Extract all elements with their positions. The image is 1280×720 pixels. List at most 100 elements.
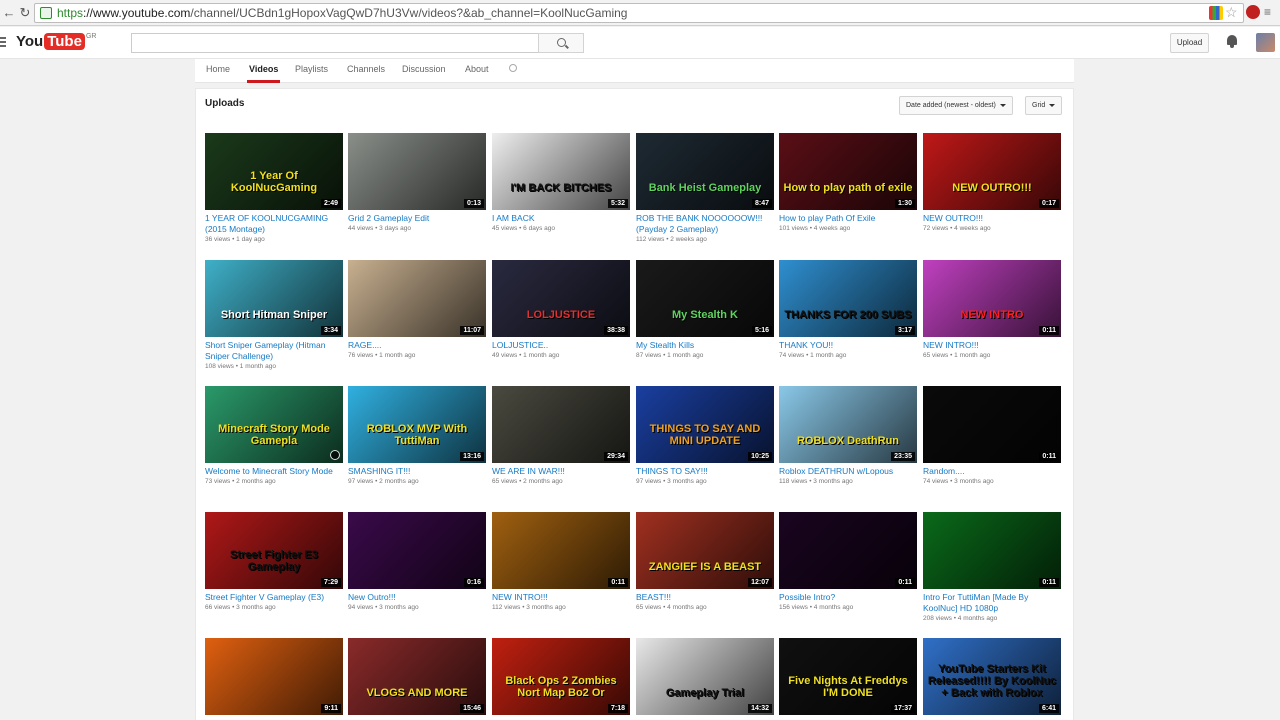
video-card[interactable]: 29:34 WE ARE IN WAR!!! 65 views • 2 months… bbox=[492, 386, 630, 485]
video-card[interactable]: Black Ops 2 Zombies Nort Map Bo2 Or 7:18 bbox=[492, 638, 630, 715]
tab-playlists[interactable]: Playlists bbox=[295, 64, 328, 74]
video-card[interactable]: ROBLOX MVP With TuttiMan 13:16 SMASHING IT… bbox=[348, 386, 486, 485]
video-card[interactable]: How to play path of exile 1:30 How to play… bbox=[779, 133, 917, 232]
video-thumbnail[interactable]: NEW INTRO 0:11 bbox=[923, 260, 1061, 337]
video-title[interactable]: Random.... bbox=[923, 466, 1061, 477]
video-thumbnail[interactable]: Black Ops 2 Zombies Nort Map Bo2 Or 7:18 bbox=[492, 638, 630, 715]
video-thumbnail[interactable]: 0:13 bbox=[348, 133, 486, 210]
video-title[interactable]: NEW OUTRO!!! bbox=[923, 213, 1061, 224]
video-thumbnail[interactable]: ROBLOX DeathRun 23:35 bbox=[779, 386, 917, 463]
video-thumbnail[interactable]: 0:11 bbox=[779, 512, 917, 589]
video-title[interactable]: ROB THE BANK NOOOOOOW!!! (Payday 2 Gamep… bbox=[636, 213, 774, 235]
video-card[interactable]: ZANGIEF IS A BEAST 12:07 BEAST!!! 65 views … bbox=[636, 512, 774, 611]
video-thumbnail[interactable]: THINGS TO SAY AND MINI UPDATE 10:25 bbox=[636, 386, 774, 463]
video-thumbnail[interactable]: Short Hitman Sniper 3:34 bbox=[205, 260, 343, 337]
video-title[interactable]: SMASHING IT!!! bbox=[348, 466, 486, 477]
reload-icon[interactable]: ↻ bbox=[16, 4, 34, 22]
video-card[interactable]: I'M BACK BITCHES 5:32 I AM BACK 45 views • … bbox=[492, 133, 630, 232]
video-title[interactable]: Welcome to Minecraft Story Mode bbox=[205, 466, 343, 477]
video-card[interactable]: 1 Year Of KoolNucGaming 2:49 1 YEAR OF KOO… bbox=[205, 133, 343, 243]
video-title[interactable]: LOLJUSTICE.. bbox=[492, 340, 630, 351]
upload-button[interactable]: Upload bbox=[1170, 33, 1209, 53]
video-card[interactable]: 0:11 Possible Intro? 156 views • 4 months … bbox=[779, 512, 917, 611]
video-thumbnail[interactable]: 9:11 bbox=[205, 638, 343, 715]
video-thumbnail[interactable]: Five Nights At Freddys I'M DONE 17:37 bbox=[779, 638, 917, 715]
video-card[interactable]: Minecraft Story Mode Gamepla Welcome to M… bbox=[205, 386, 343, 485]
video-card[interactable]: NEW OUTRO!!! 0:17 NEW OUTRO!!! 72 views • 4… bbox=[923, 133, 1061, 232]
video-card[interactable]: THINGS TO SAY AND MINI UPDATE 10:25 THINGS… bbox=[636, 386, 774, 485]
channel-search-icon[interactable] bbox=[509, 64, 517, 72]
video-thumbnail[interactable]: Street Fighter E3 Gameplay 7:29 bbox=[205, 512, 343, 589]
video-card[interactable]: Short Hitman Sniper 3:34 Short Sniper Game… bbox=[205, 260, 343, 370]
video-title[interactable]: 1 YEAR OF KOOLNUCGAMING (2015 Montage) bbox=[205, 213, 343, 235]
video-title[interactable]: NEW INTRO!!! bbox=[492, 592, 630, 603]
video-card[interactable]: Bank Heist Gameplay 8:47 ROB THE BANK NOOO… bbox=[636, 133, 774, 243]
video-title[interactable]: How to play Path Of Exile bbox=[779, 213, 917, 224]
video-card[interactable]: ROBLOX DeathRun 23:35 Roblox DEATHRUN w/Lo… bbox=[779, 386, 917, 485]
tab-home[interactable]: Home bbox=[206, 64, 230, 74]
video-thumbnail[interactable]: 1 Year Of KoolNucGaming 2:49 bbox=[205, 133, 343, 210]
tab-discussion[interactable]: Discussion bbox=[402, 64, 446, 74]
video-card[interactable]: Five Nights At Freddys I'M DONE 17:37 bbox=[779, 638, 917, 715]
video-card[interactable]: Gameplay Trial 14:32 bbox=[636, 638, 774, 715]
video-card[interactable]: 0:11 Random.... 74 views • 3 months ago bbox=[923, 386, 1061, 485]
video-title[interactable]: THANK YOU!! bbox=[779, 340, 917, 351]
video-card[interactable]: 0:11 Intro For TuttiMan [Made By KoolNuc]… bbox=[923, 512, 1061, 622]
tab-channels[interactable]: Channels bbox=[347, 64, 385, 74]
tab-videos[interactable]: Videos bbox=[249, 64, 278, 74]
video-title[interactable]: Short Sniper Gameplay (Hitman Sniper Cha… bbox=[205, 340, 343, 362]
video-title[interactable]: Intro For TuttiMan [Made By KoolNuc] HD … bbox=[923, 592, 1061, 614]
video-card[interactable]: 11:07 RAGE.... 76 views • 1 month ago bbox=[348, 260, 486, 359]
video-title[interactable]: BEAST!!! bbox=[636, 592, 774, 603]
video-card[interactable]: 9:11 bbox=[205, 638, 343, 715]
video-card[interactable]: My Stealth K 5:16 My Stealth Kills 87 views… bbox=[636, 260, 774, 359]
video-thumbnail[interactable]: ROBLOX MVP With TuttiMan 13:16 bbox=[348, 386, 486, 463]
video-thumbnail[interactable]: 0:11 bbox=[923, 386, 1061, 463]
video-thumbnail[interactable]: Gameplay Trial 14:32 bbox=[636, 638, 774, 715]
video-thumbnail[interactable]: How to play path of exile 1:30 bbox=[779, 133, 917, 210]
video-card[interactable]: VLOGS AND MORE 15:46 bbox=[348, 638, 486, 715]
video-thumbnail[interactable]: I'M BACK BITCHES 5:32 bbox=[492, 133, 630, 210]
extension-icon[interactable] bbox=[1209, 6, 1223, 20]
view-dropdown[interactable]: Grid bbox=[1025, 96, 1063, 115]
guide-menu-icon[interactable] bbox=[0, 37, 6, 47]
video-card[interactable]: 0:11 NEW INTRO!!! 112 views • 3 months ago bbox=[492, 512, 630, 611]
video-title[interactable]: WE ARE IN WAR!!! bbox=[492, 466, 630, 477]
video-title[interactable]: Grid 2 Gameplay Edit bbox=[348, 213, 486, 224]
video-thumbnail[interactable]: ZANGIEF IS A BEAST 12:07 bbox=[636, 512, 774, 589]
video-thumbnail[interactable]: 0:11 bbox=[923, 512, 1061, 589]
star-icon[interactable]: ☆ bbox=[1225, 5, 1239, 19]
video-title[interactable]: THINGS TO SAY!!! bbox=[636, 466, 774, 477]
menu-icon[interactable]: ≡ bbox=[1264, 5, 1278, 19]
video-card[interactable]: NEW INTRO 0:11 NEW INTRO!!! 65 views • 1 mo… bbox=[923, 260, 1061, 359]
sort-dropdown[interactable]: Date added (newest - oldest) bbox=[899, 96, 1013, 115]
video-thumbnail[interactable]: 29:34 bbox=[492, 386, 630, 463]
video-thumbnail[interactable]: THANKS FOR 200 SUBS 3:17 bbox=[779, 260, 917, 337]
video-title[interactable]: New Outro!!! bbox=[348, 592, 486, 603]
address-bar[interactable]: https://www.youtube.com/channel/UCBdn1gH… bbox=[34, 3, 1244, 23]
video-thumbnail[interactable]: LOLJUSTICE 38:38 bbox=[492, 260, 630, 337]
video-thumbnail[interactable]: 0:11 bbox=[492, 512, 630, 589]
video-title[interactable]: I AM BACK bbox=[492, 213, 630, 224]
search-input[interactable] bbox=[131, 33, 539, 53]
video-thumbnail[interactable]: YouTube Starters Kit Released!!!! By Koo… bbox=[923, 638, 1061, 715]
video-thumbnail[interactable]: Bank Heist Gameplay 8:47 bbox=[636, 133, 774, 210]
tab-about[interactable]: About bbox=[465, 64, 489, 74]
video-card[interactable]: YouTube Starters Kit Released!!!! By Koo… bbox=[923, 638, 1061, 715]
video-title[interactable]: Street Fighter V Gameplay (E3) bbox=[205, 592, 343, 603]
video-title[interactable]: Possible Intro? bbox=[779, 592, 917, 603]
search-button[interactable] bbox=[538, 33, 584, 53]
video-thumbnail[interactable]: Minecraft Story Mode Gamepla bbox=[205, 386, 343, 463]
video-card[interactable]: 0:13 Grid 2 Gameplay Edit 44 views • 3 day… bbox=[348, 133, 486, 232]
watch-later-icon[interactable] bbox=[330, 450, 340, 460]
video-title[interactable]: My Stealth Kills bbox=[636, 340, 774, 351]
video-title[interactable]: RAGE.... bbox=[348, 340, 486, 351]
adblock-icon[interactable] bbox=[1246, 5, 1260, 19]
video-card[interactable]: LOLJUSTICE 38:38 LOLJUSTICE.. 49 views • 1 … bbox=[492, 260, 630, 359]
video-thumbnail[interactable]: NEW OUTRO!!! 0:17 bbox=[923, 133, 1061, 210]
youtube-logo[interactable]: You Tube GR bbox=[16, 33, 96, 53]
video-thumbnail[interactable]: VLOGS AND MORE 15:46 bbox=[348, 638, 486, 715]
video-thumbnail[interactable]: 0:16 bbox=[348, 512, 486, 589]
video-title[interactable]: NEW INTRO!!! bbox=[923, 340, 1061, 351]
video-title[interactable]: Roblox DEATHRUN w/Lopous bbox=[779, 466, 917, 477]
